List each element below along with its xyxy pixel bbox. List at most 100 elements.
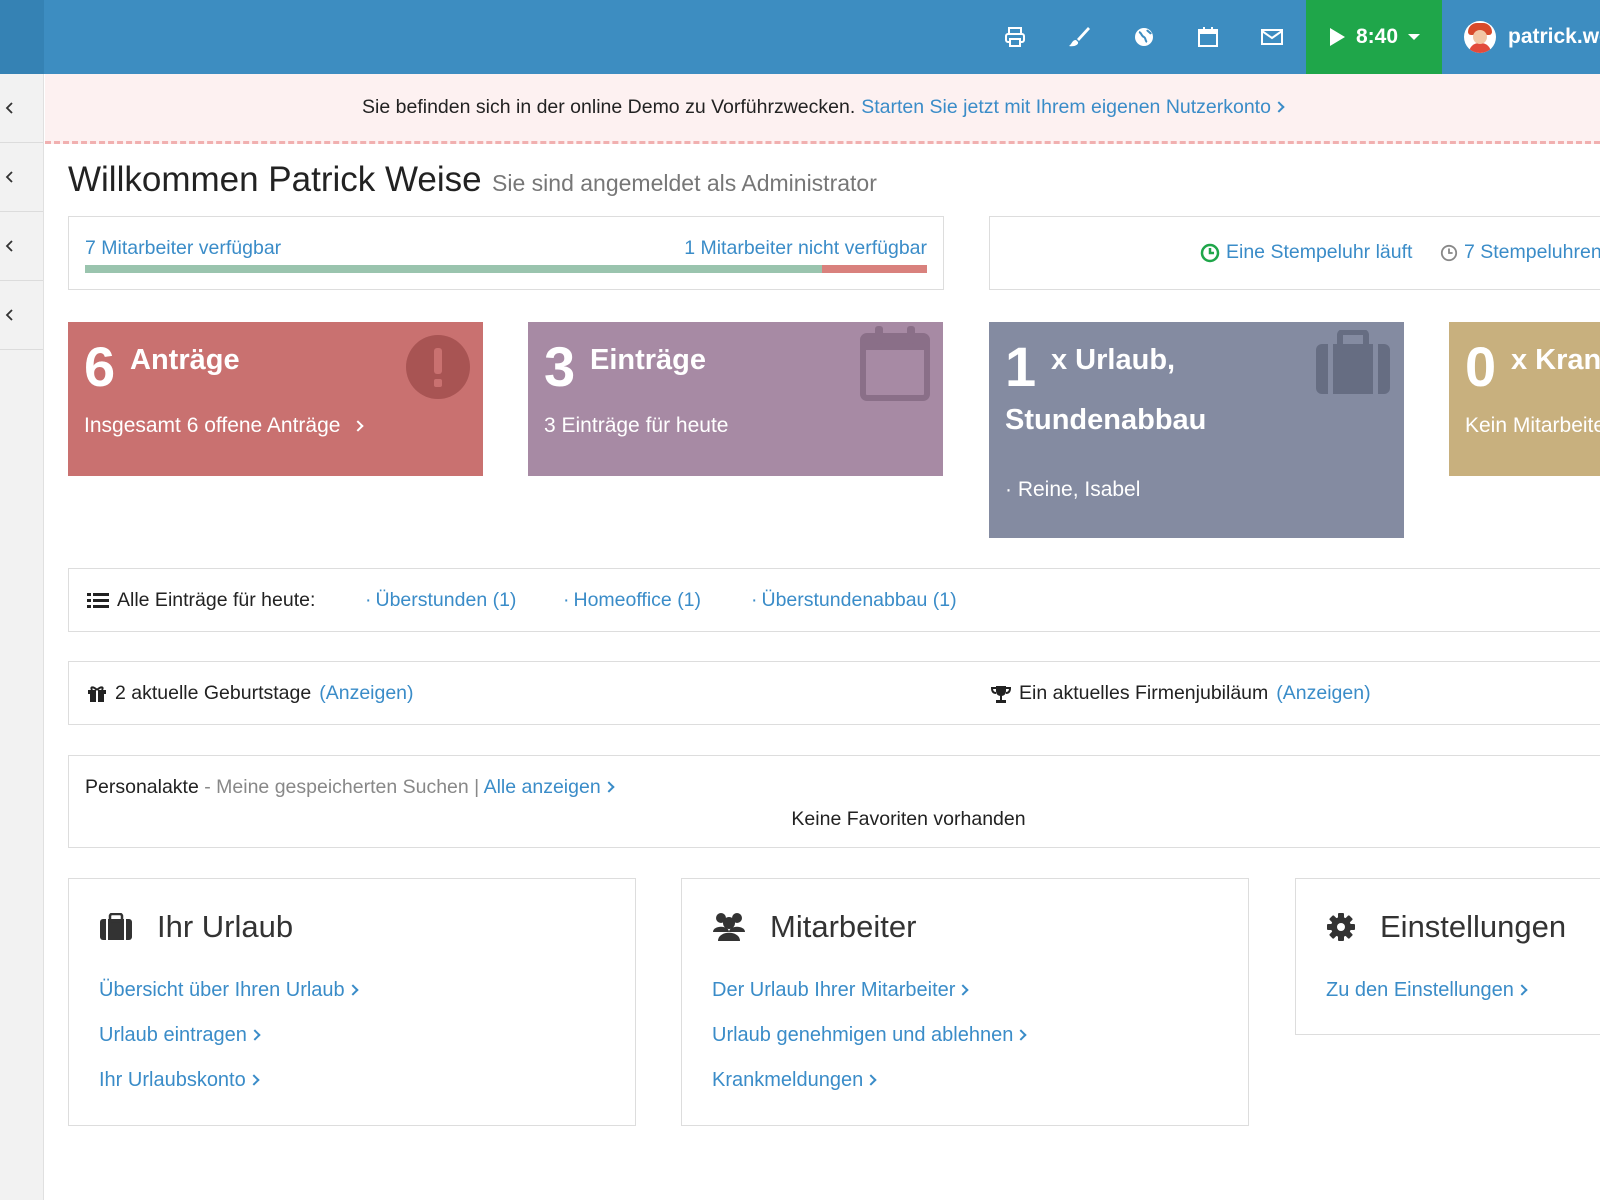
sick-count: 0	[1465, 335, 1497, 398]
personnel-title: Personalakte	[85, 776, 199, 798]
entry-link-overtime[interactable]: · Überstunden (1)	[365, 589, 516, 612]
birthdays-box: 2 aktuelle Geburtstage (Anzeigen) Ein ak…	[68, 661, 1600, 725]
timer-button[interactable]: 8:40	[1306, 0, 1442, 74]
unavailable-link[interactable]: 1 Mitarbeiter nicht verfügbar	[684, 237, 927, 260]
requests-tile[interactable]: 6 Anträge Insgesamt 6 offene Anträge	[68, 322, 483, 476]
vacation-add-link[interactable]: Urlaub eintragen	[99, 1024, 261, 1047]
vacation-overview-link[interactable]: Übersicht über Ihren Urlaub	[99, 979, 359, 1002]
user-name: patrick.weise	[1508, 25, 1600, 48]
mail-icon[interactable]	[1257, 22, 1287, 52]
vacation-desc: · Reine, Isabel	[1005, 478, 1141, 501]
jubilee-show-link[interactable]: (Anzeigen)	[1276, 682, 1370, 705]
entry-link-homeoffice[interactable]: · Homeoffice (1)	[563, 589, 701, 612]
birthdays-row: 2 aktuelle Geburtstage (Anzeigen)	[87, 682, 414, 705]
user-menu[interactable]: patrick.weise	[1464, 0, 1600, 74]
gift-icon	[88, 685, 106, 702]
clock-icon	[1200, 243, 1220, 262]
show-all-link[interactable]: Alle anzeigen	[484, 776, 615, 798]
gear-icon	[1327, 913, 1355, 941]
briefcase-icon	[1316, 330, 1390, 394]
globe-icon[interactable]	[1129, 22, 1159, 52]
chevron-right-icon	[603, 781, 615, 793]
entries-today-heading: Alle Einträge für heute:	[87, 589, 315, 612]
staff-panel-heading: Mitarbeiter	[712, 909, 916, 945]
entry-link-overtime-reduction[interactable]: · Überstundenabbau (1)	[751, 589, 957, 612]
unavailable-segment	[821, 265, 927, 273]
chevron-right-icon	[249, 1029, 261, 1041]
brush-icon[interactable]	[1064, 22, 1094, 52]
rail-toggle-2[interactable]	[0, 143, 43, 212]
chevron-right-icon	[248, 1074, 260, 1086]
entries-tile[interactable]: 3 Einträge 3 Einträge für heute	[528, 322, 943, 476]
sick-tile[interactable]: 0 x Krank Kein Mitarbeiter	[1449, 322, 1600, 476]
sick-label: x Krank	[1511, 344, 1600, 376]
welcome-subtitle: Sie sind angemeldet als Administrator	[492, 170, 877, 196]
chevron-left-icon	[5, 240, 13, 252]
avatar	[1464, 21, 1496, 53]
jubilee-row: Ein aktuelles Firmenjubiläum (Anzeigen)	[991, 682, 1371, 705]
alert-icon	[406, 335, 470, 399]
users-icon	[713, 913, 745, 941]
banner-text: Sie befinden sich in der online Demo zu …	[362, 96, 856, 118]
settings-panel-title: Einstellungen	[1380, 909, 1567, 944]
rail-toggle-3[interactable]	[0, 212, 43, 281]
timer-value: 8:40	[1355, 25, 1399, 48]
signup-link-label: Starten Sie jetzt mit Ihrem eigenen Nutz…	[861, 96, 1271, 118]
staff-panel-title: Mitarbeiter	[770, 909, 917, 944]
chevron-right-icon	[957, 984, 970, 996]
no-favorites-text: Keine Favoriten vorhanden	[791, 808, 1026, 830]
staff-panel: Mitarbeiter Der Urlaub Ihrer Mitarbeiter…	[681, 878, 1249, 1126]
vacation-label-2: Stundenabbau	[1005, 404, 1207, 436]
entries-today-label: Alle Einträge für heute:	[117, 589, 316, 611]
briefcase-icon	[100, 913, 132, 940]
chevron-left-icon	[5, 171, 13, 183]
chevron-down-icon	[1408, 34, 1421, 40]
requests-desc: Insgesamt 6 offene Anträge	[84, 414, 365, 438]
entries-today-box: Alle Einträge für heute: · Überstunden (1…	[68, 568, 1600, 632]
vacation-account-link[interactable]: Ihr Urlaubskonto	[99, 1069, 260, 1092]
availability-bar	[85, 265, 927, 273]
personnel-file-heading: Personalakte - Meine gespeicherten Suche…	[85, 776, 615, 799]
stamp-clocks-link[interactable]: 7 Stempeluhren	[1440, 241, 1600, 264]
calendar-icon	[860, 326, 930, 401]
demo-banner: Sie befinden sich in der online Demo zu …	[45, 74, 1600, 144]
running-clock-link[interactable]: Eine Stempeluhr läuft	[1200, 241, 1412, 264]
vacation-panel: Ihr Urlaub Übersicht über Ihren Urlaub U…	[68, 878, 636, 1126]
rail-toggle-1[interactable]	[0, 74, 43, 143]
settings-panel: Einstellungen Zu den Einstellungen	[1295, 878, 1600, 1035]
staff-vacation-link[interactable]: Der Urlaub Ihrer Mitarbeiter	[712, 979, 970, 1002]
sick-notes-link[interactable]: Krankmeldungen	[712, 1069, 877, 1092]
approve-vacation-link[interactable]: Urlaub genehmigen und ablehnen	[712, 1024, 1028, 1047]
signup-link[interactable]: Starten Sie jetzt mit Ihrem eigenen Nutz…	[861, 96, 1285, 119]
availability-box: 7 Mitarbeiter verfügbar 1 Mitarbeiter ni…	[68, 216, 944, 290]
trophy-icon	[991, 685, 1011, 703]
personnel-file-box: Personalakte - Meine gespeicherten Suche…	[68, 755, 1600, 848]
available-link[interactable]: 7 Mitarbeiter verfügbar	[85, 237, 281, 260]
rail-toggle-4[interactable]	[0, 281, 43, 350]
entries-label: Einträge	[590, 344, 707, 376]
play-icon	[1329, 28, 1345, 46]
saved-searches-label: - Meine gespeicherten Suchen |	[204, 776, 480, 798]
settings-link[interactable]: Zu den Einstellungen	[1326, 979, 1528, 1002]
birthdays-show-link[interactable]: (Anzeigen)	[319, 682, 413, 705]
top-bar: 8:40 patrick.weise	[0, 0, 1600, 74]
vacation-tile[interactable]: 1 x Urlaub, Stundenabbau · Reine, Isabel	[989, 322, 1404, 538]
requests-label: Anträge	[130, 344, 240, 376]
entries-count: 3	[544, 335, 576, 398]
chevron-right-icon	[1015, 1029, 1028, 1041]
left-rail	[0, 74, 44, 1200]
chevron-right-icon	[1273, 101, 1285, 113]
printer-icon[interactable]	[1000, 22, 1030, 52]
birthdays-text: 2 aktuelle Geburtstage	[115, 682, 312, 704]
requests-count: 6	[84, 335, 116, 398]
chevron-right-icon	[347, 984, 359, 996]
settings-panel-heading: Einstellungen	[1326, 909, 1566, 945]
entries-desc: 3 Einträge für heute	[544, 414, 729, 437]
calendar-icon[interactable]	[1193, 22, 1223, 52]
running-clock-label: Eine Stempeluhr läuft	[1226, 241, 1413, 263]
vacation-panel-title: Ihr Urlaub	[157, 909, 294, 944]
clock-icon	[1440, 244, 1458, 261]
vacation-label: x Urlaub,	[1051, 344, 1176, 376]
jubilee-text: Ein aktuelles Firmenjubiläum	[1019, 682, 1269, 704]
stamp-clock-box: Eine Stempeluhr läuft 7 Stempeluhren	[989, 216, 1600, 290]
